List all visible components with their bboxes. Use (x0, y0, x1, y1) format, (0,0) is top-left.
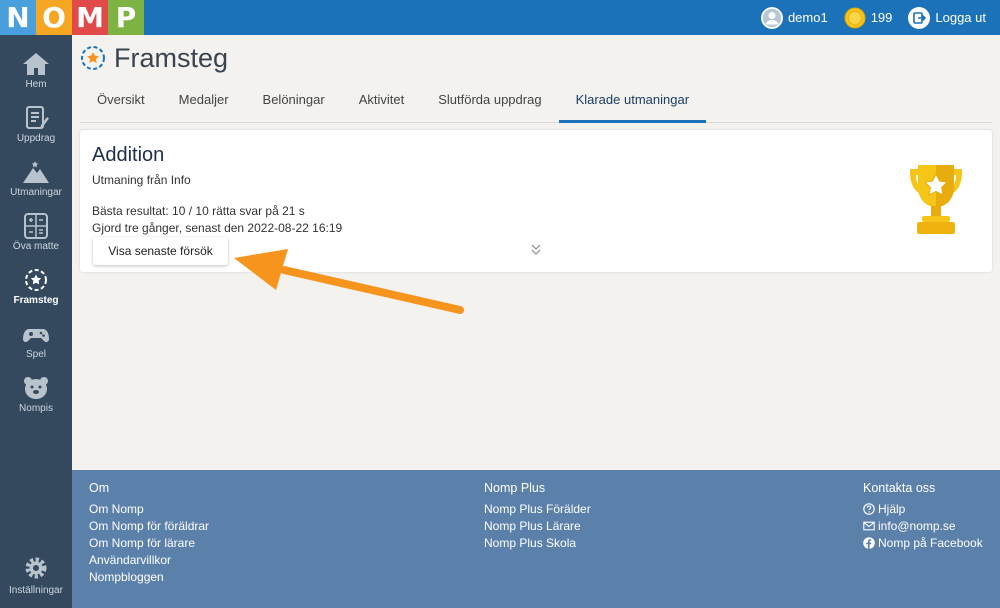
tab-medaljer[interactable]: Medaljer (162, 81, 246, 123)
sidebar-item-ova-matte[interactable]: Öva matte (0, 207, 72, 259)
footer-link-foraldrar[interactable]: Om Nomp för föräldrar (89, 518, 209, 535)
sidebar: Hem Uppdrag Utmaningar Öva matte Framste… (0, 35, 72, 608)
logo-letter-m: M (72, 0, 108, 35)
page-header: Framsteg (80, 40, 228, 76)
page-title: Framsteg (114, 42, 229, 73)
footer-link-facebook[interactable]: Nomp på Facebook (863, 535, 983, 552)
tab-bar: Översikt Medaljer Belöningar Aktivitet S… (80, 81, 992, 123)
footer-column-kontakt: Kontakta oss Hjälp info@nomp.se Nomp på … (863, 481, 983, 552)
challenge-card: Addition Utmaning från Info Bästa result… (80, 130, 992, 272)
footer-column-om: Om Om Nomp Om Nomp för föräldrar Om Nomp… (89, 481, 209, 586)
tab-klarade-utmaningar[interactable]: Klarade utmaningar (558, 81, 707, 123)
facebook-icon (863, 537, 875, 549)
attempts-info: Gjord tre gånger, senast den 2022-08-22 … (92, 221, 343, 235)
logo-letter-n: N (0, 0, 36, 35)
footer-heading: Om (89, 481, 110, 495)
bear-icon (24, 377, 48, 399)
footer-link-om-nomp[interactable]: Om Nomp (89, 501, 209, 518)
footer-heading: Nomp Plus (484, 481, 546, 495)
user-menu[interactable]: demo1 (760, 6, 828, 29)
gamepad-icon (23, 329, 49, 343)
sidebar-item-uppdrag[interactable]: Uppdrag (0, 99, 72, 151)
trophy-icon (910, 165, 962, 234)
top-bar: N O M P demo1 199 Logga ut (0, 0, 1000, 35)
assignment-icon (26, 106, 49, 129)
challenge-subtitle: Utmaning från Info (92, 173, 191, 187)
tab-beloningar[interactable]: Belöningar (246, 81, 342, 123)
tab-aktivitet[interactable]: Aktivitet (342, 81, 422, 123)
coins-display[interactable]: 199 (844, 7, 893, 29)
progress-star-icon (25, 269, 47, 291)
sidebar-item-installningar[interactable]: Inställningar (0, 555, 72, 596)
footer-link-email[interactable]: info@nomp.se (863, 518, 983, 535)
progress-star-icon (81, 46, 105, 70)
logout-button[interactable]: Logga ut (908, 6, 986, 29)
sidebar-item-hem[interactable]: Hem (0, 45, 72, 97)
sidebar-item-utmaningar[interactable]: Utmaningar (0, 153, 72, 205)
footer-link-plus-foralder[interactable]: Nomp Plus Förälder (484, 501, 591, 518)
logo-letter-p: P (108, 0, 144, 35)
best-result: Bästa resultat: 10 / 10 rätta svar på 21… (92, 204, 305, 218)
mountain-icon (23, 161, 49, 183)
tab-oversikt[interactable]: Översikt (80, 81, 162, 123)
coin-icon (844, 7, 866, 29)
challenge-title: Addition (92, 144, 165, 166)
footer: Om Om Nomp Om Nomp för föräldrar Om Nomp… (72, 470, 1000, 608)
chevron-double-down-icon[interactable] (530, 242, 542, 256)
logout-icon (908, 6, 931, 29)
logo-letter-o: O (36, 0, 72, 35)
footer-link-plus-skola[interactable]: Nomp Plus Skola (484, 535, 591, 552)
footer-link-villkor[interactable]: Användarvillkor (89, 552, 209, 569)
footer-link-blogg[interactable]: Nompbloggen (89, 569, 209, 586)
tab-slutforda-uppdrag[interactable]: Slutförda uppdrag (421, 81, 558, 123)
home-icon (23, 53, 49, 75)
footer-link-plus-larare[interactable]: Nomp Plus Lärare (484, 518, 591, 535)
envelope-icon (863, 521, 875, 531)
calculator-icon (24, 213, 48, 239)
sidebar-item-spel[interactable]: Spel (0, 315, 72, 367)
gear-icon (25, 557, 47, 579)
avatar (760, 6, 783, 29)
username: demo1 (787, 10, 828, 25)
footer-heading: Kontakta oss (863, 481, 936, 495)
show-latest-attempt-button[interactable]: Visa senaste försök (93, 237, 228, 265)
footer-column-nomp-plus: Nomp Plus Nomp Plus Förälder Nomp Plus L… (484, 481, 591, 552)
sidebar-item-nompis[interactable]: Nompis (0, 369, 72, 421)
logout-label: Logga ut (935, 10, 986, 25)
footer-link-larare[interactable]: Om Nomp för lärare (89, 535, 209, 552)
footer-link-hjalp[interactable]: Hjälp (863, 501, 983, 518)
help-circle-icon (863, 503, 875, 515)
sidebar-item-framsteg[interactable]: Framsteg (0, 261, 72, 313)
nomp-logo[interactable]: N O M P (0, 0, 144, 35)
coin-count: 199 (870, 10, 893, 25)
